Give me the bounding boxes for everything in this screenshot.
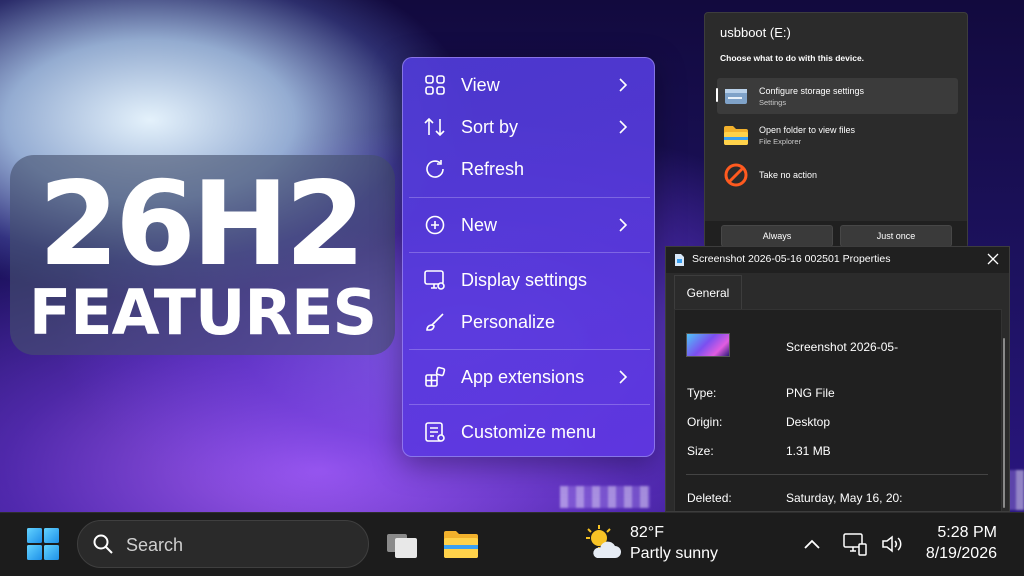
option-subtitle: File Explorer xyxy=(759,136,802,146)
type-label: Type: xyxy=(687,386,717,400)
volume-icon[interactable] xyxy=(880,533,904,555)
properties-dialog: Screenshot 2026-05-16 002501 Properties … xyxy=(665,246,1010,512)
menu-item-display-settings[interactable]: Display settings xyxy=(411,261,648,299)
menu-item-label: App extensions xyxy=(461,366,585,387)
just-once-button[interactable]: Just once xyxy=(840,225,952,247)
menu-item-label: Refresh xyxy=(461,158,525,179)
size-value: 1.31 MB xyxy=(786,444,831,458)
menu-item-label: New xyxy=(461,214,498,235)
menu-item-label: View xyxy=(461,74,500,95)
pixelated-area xyxy=(560,486,650,508)
storage-settings-icon xyxy=(723,83,749,109)
menu-item-new[interactable]: New xyxy=(411,206,648,244)
windows-start-icon[interactable] xyxy=(26,527,60,561)
sort-arrows-icon xyxy=(423,115,447,139)
weather-temperature[interactable]: 82°F xyxy=(630,524,664,542)
desktop-context-menu: View Sort by Refresh New Display setting… xyxy=(402,57,655,457)
menu-item-sort-by[interactable]: Sort by xyxy=(411,108,648,146)
title-line1: 26H2 xyxy=(38,157,365,292)
task-view-icon[interactable] xyxy=(385,528,419,560)
folder-icon xyxy=(723,122,749,148)
autoplay-title: usbboot (E:) xyxy=(720,25,791,40)
file-icon xyxy=(675,254,684,266)
size-label: Size: xyxy=(687,444,714,458)
autoplay-dialog: usbboot (E:) Choose what to do with this… xyxy=(704,12,968,249)
properties-separator xyxy=(686,474,988,475)
display-settings-icon xyxy=(423,268,447,292)
grid-view-icon xyxy=(423,73,447,97)
menu-separator xyxy=(409,197,650,198)
clock-time[interactable]: 5:28 PM xyxy=(917,524,997,542)
app-extensions-icon xyxy=(423,365,447,389)
autoplay-option-open-folder[interactable]: Open folder to view files File Explorer xyxy=(717,117,958,153)
partly-sunny-icon xyxy=(586,525,621,558)
menu-separator xyxy=(409,404,650,405)
clock-date[interactable]: 8/19/2026 xyxy=(907,545,997,563)
menu-separator xyxy=(409,252,650,253)
type-value: PNG File xyxy=(786,386,835,400)
chevron-right-icon xyxy=(619,120,628,134)
taskbar-search-box[interactable] xyxy=(77,520,369,568)
autoplay-option-storage-settings[interactable]: Configure storage settings Settings xyxy=(717,78,958,114)
option-title: Open folder to view files xyxy=(759,124,856,135)
autoplay-subtitle: Choose what to do with this device. xyxy=(720,53,865,63)
chevron-right-icon xyxy=(619,78,628,92)
title-line2: FEATURES xyxy=(28,276,377,349)
menu-item-label: Sort by xyxy=(461,116,519,137)
menu-item-customize-menu[interactable]: Customize menu xyxy=(411,413,648,451)
refresh-icon xyxy=(423,157,447,181)
search-placeholder: Search xyxy=(126,535,184,555)
weather-description[interactable]: Partly sunny xyxy=(630,545,718,563)
tab-general[interactable]: General xyxy=(674,275,742,309)
origin-value: Desktop xyxy=(786,415,831,429)
brush-icon xyxy=(423,310,447,334)
option-subtitle: Settings xyxy=(759,97,787,107)
chevron-up-icon[interactable] xyxy=(802,535,822,553)
option-title: Configure storage settings xyxy=(759,85,865,96)
selection-accent xyxy=(716,88,718,102)
menu-item-refresh[interactable]: Refresh xyxy=(411,150,648,188)
menu-item-personalize[interactable]: Personalize xyxy=(411,303,648,341)
plus-circle-icon xyxy=(423,213,447,237)
no-action-icon xyxy=(723,162,749,188)
menu-item-label: Personalize xyxy=(461,311,556,332)
file-name-field[interactable]: Screenshot 2026-05- xyxy=(786,340,898,354)
deleted-label: Deleted: xyxy=(687,491,732,505)
menu-item-label: Display settings xyxy=(461,269,588,290)
origin-label: Origin: xyxy=(687,415,723,429)
autoplay-option-no-action[interactable]: Take no action xyxy=(717,157,958,193)
scrollbar[interactable] xyxy=(1003,338,1005,508)
chevron-right-icon xyxy=(619,218,628,232)
option-title: Take no action xyxy=(759,170,818,180)
customize-menu-icon xyxy=(423,420,447,444)
menu-separator xyxy=(409,349,650,350)
deleted-value: Saturday, May 16, 20: xyxy=(786,491,903,505)
menu-item-label: Customize menu xyxy=(461,421,597,442)
search-icon xyxy=(93,534,113,554)
chevron-right-icon xyxy=(619,370,628,384)
network-icon[interactable] xyxy=(842,531,868,557)
close-icon[interactable] xyxy=(987,253,999,265)
file-explorer-icon[interactable] xyxy=(443,528,479,560)
menu-item-view[interactable]: View xyxy=(411,66,648,104)
always-button[interactable]: Always xyxy=(721,225,833,247)
file-thumbnail xyxy=(686,333,730,357)
properties-window-title: Screenshot 2026-05-16 002501 Properties xyxy=(692,253,891,265)
menu-item-app-extensions[interactable]: App extensions xyxy=(411,358,648,396)
